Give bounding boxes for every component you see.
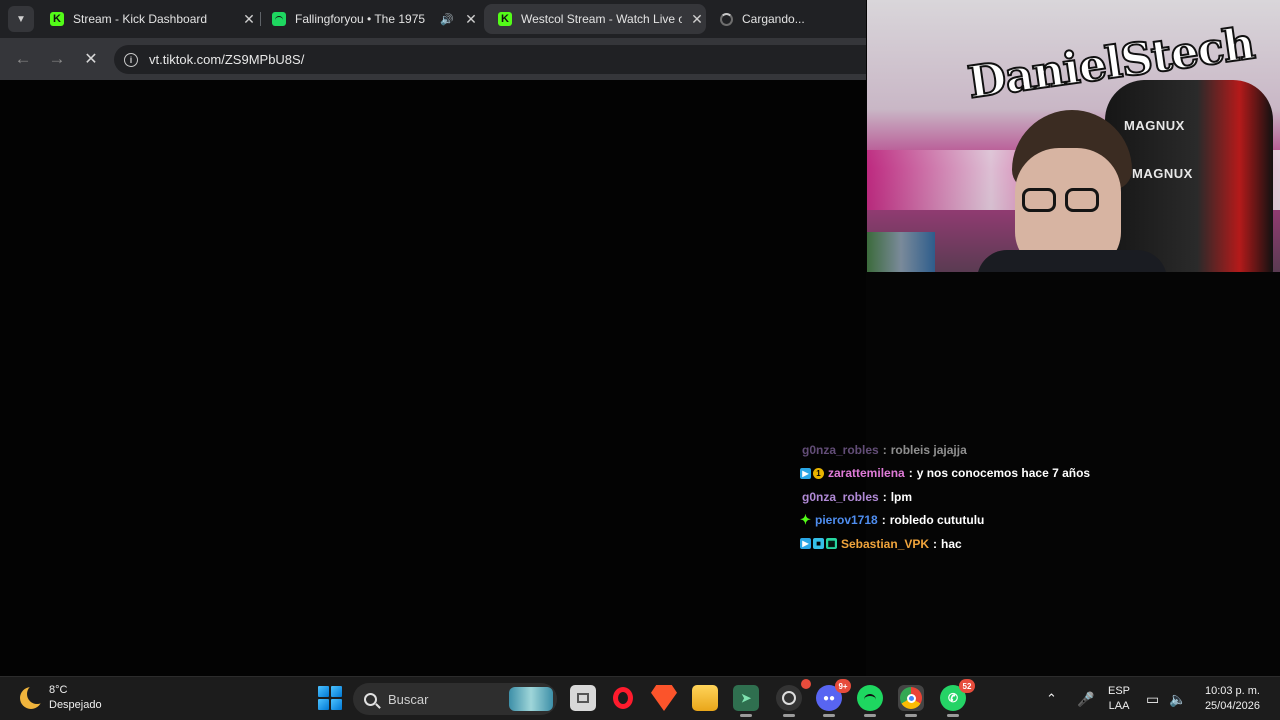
webcam-overlay: DanielStech MAGNUX MAGNUX (867, 0, 1280, 272)
back-button[interactable]: ← (10, 47, 36, 71)
chat-text: y nos conocemos hace 7 años (916, 466, 1091, 481)
cube-badge-icon: ■ (813, 538, 824, 550)
page-viewport[interactable] (0, 80, 866, 676)
glasses-right (1065, 188, 1099, 212)
arrow-left-icon: ← (14, 49, 32, 68)
close-icon: ✕ (84, 51, 98, 68)
chat-text: lpm (890, 489, 913, 504)
shelf-decor (867, 232, 935, 272)
keyboard-layout: LAA (1108, 700, 1130, 712)
chat-separator: : (882, 489, 887, 504)
search-placeholder: Buscar (388, 691, 429, 707)
spotify-icon (272, 12, 286, 26)
moon-icon (20, 684, 47, 709)
og-badge-icon: ▦ (826, 538, 837, 550)
file-explorer-icon[interactable] (692, 685, 718, 711)
chat-username: pierov1718 (815, 513, 878, 528)
tab-westcol-stream[interactable]: K Westcol Stream - Watch Live on ✕ (484, 4, 706, 34)
chat-message: ▶ ■ ▦ Sebastian_VPK : hac (800, 532, 1200, 556)
chat-message: g0nza_robles : robleis jajajja (800, 438, 1200, 462)
opera-icon[interactable] (610, 685, 636, 711)
volume-icon[interactable]: 🔈 (1169, 677, 1186, 720)
language-indicator[interactable]: ESP LAA (1108, 677, 1130, 720)
tab-spotify[interactable]: Fallingforyou • The 1975 🔊 ✕ (258, 4, 480, 34)
tab-title: Stream - Kick Dashboard (73, 12, 208, 26)
glasses-left (1022, 188, 1056, 212)
weather-description: Despejado (49, 699, 102, 711)
address-bar[interactable]: i vt.tiktok.com/ZS9MPbU8S/ (114, 45, 866, 74)
forward-button[interactable]: → (44, 47, 70, 71)
chat-username: g0nza_robles (802, 442, 879, 457)
kick-icon: K (50, 12, 64, 26)
subscriber-badge-icon: ▶ (800, 538, 811, 550)
chat-username: zarattemilena (828, 466, 905, 481)
close-icon[interactable]: ✕ (240, 10, 258, 28)
recording-dot-icon (801, 679, 811, 689)
windows-start-icon[interactable] (318, 686, 342, 710)
chair-brand-label: MAGNUX (1132, 166, 1193, 181)
task-view-icon[interactable] (570, 685, 596, 711)
chat-text: robledo cututulu (889, 513, 985, 528)
weather-temperature: 8°C (49, 684, 68, 696)
chat-username: g0nza_robles (802, 489, 879, 504)
chat-separator: : (881, 513, 886, 528)
streamer-shirt (977, 250, 1167, 272)
chat-text: robleis jajajja (890, 442, 967, 457)
code-editor-icon[interactable]: ➤ (733, 685, 759, 717)
info-icon[interactable]: i (124, 52, 138, 67)
chat-overlay: g0nza_robles : robleis jajajja ▶ 1 zarat… (800, 438, 1200, 556)
tab-strip: ▼ K Stream - Kick Dashboard ✕ Fallingfor… (0, 0, 866, 38)
chat-username: Sebastian_VPK (841, 536, 930, 551)
taskbar: 8°C Despejado Buscar ➤ ●● 9+ ✆ 52 ⌃ 🎤 ES… (0, 676, 1280, 720)
spotify-icon[interactable] (857, 685, 883, 717)
obs-icon[interactable] (776, 679, 811, 717)
clock-date: 25/04/2026 (1204, 700, 1260, 712)
chevron-down-icon: ▼ (16, 13, 26, 25)
tab-kick-dashboard[interactable]: K Stream - Kick Dashboard ✕ (36, 4, 258, 34)
tab-search-button[interactable]: ▼ (8, 6, 34, 32)
brave-icon[interactable] (651, 685, 677, 711)
tab-title: Westcol Stream - Watch Live on (521, 12, 682, 26)
network-icon[interactable]: ▭ (1146, 677, 1159, 720)
whatsapp-badge: 52 (959, 679, 975, 693)
sparkle-badge-icon: ✦ (800, 512, 811, 528)
search-icon (364, 692, 377, 706)
gold-badge-icon: 1 (813, 467, 824, 479)
close-icon[interactable]: ✕ (462, 10, 480, 28)
tray-overflow-chevron-icon[interactable]: ⌃ (1046, 677, 1057, 720)
kick-icon: K (498, 12, 512, 26)
microphone-icon[interactable]: 🎤 (1077, 677, 1094, 720)
tab-title: Fallingforyou • The 1975 (295, 12, 426, 26)
tab-loading[interactable]: Cargando... (706, 4, 866, 34)
discord-icon[interactable]: ●● 9+ (816, 679, 851, 717)
chat-message: g0nza_robles : lpm (800, 485, 1200, 509)
clock[interactable]: 10:03 p. m. 25/04/2026 (1196, 677, 1260, 720)
chat-message: ▶ 1 zarattemilena : y nos conocemos hace… (800, 462, 1200, 486)
chair-brand-label: MAGNUX (1124, 118, 1185, 133)
chat-separator: : (882, 442, 887, 457)
chat-message: ✦ pierov1718 : robledo cututulu (800, 509, 1200, 533)
weather-widget[interactable]: 8°C Despejado (20, 683, 102, 713)
discord-badge: 9+ (835, 679, 851, 693)
loading-spinner-icon (720, 12, 733, 26)
chrome-icon[interactable] (898, 685, 924, 717)
tab-title: Cargando... (742, 12, 805, 26)
subscriber-badge-icon: ▶ (800, 467, 811, 479)
chat-separator: : (933, 536, 938, 551)
whatsapp-icon[interactable]: ✆ 52 (940, 679, 975, 717)
speaker-icon[interactable]: 🔊 (440, 13, 456, 26)
chat-text: hac (941, 536, 962, 551)
stop-loading-button[interactable]: ✕ (78, 47, 104, 71)
browser-toolbar: ← → ✕ i vt.tiktok.com/ZS9MPbU8S/ (0, 38, 866, 80)
search-highlight-image (509, 687, 553, 711)
clock-time: 10:03 p. m. (1204, 685, 1260, 697)
chat-separator: : (908, 466, 913, 481)
arrow-right-icon: → (48, 49, 66, 68)
taskbar-search[interactable]: Buscar (353, 683, 557, 715)
close-icon[interactable]: ✕ (688, 10, 706, 28)
url-text[interactable]: vt.tiktok.com/ZS9MPbU8S/ (149, 52, 304, 67)
language-code: ESP (1108, 685, 1131, 697)
